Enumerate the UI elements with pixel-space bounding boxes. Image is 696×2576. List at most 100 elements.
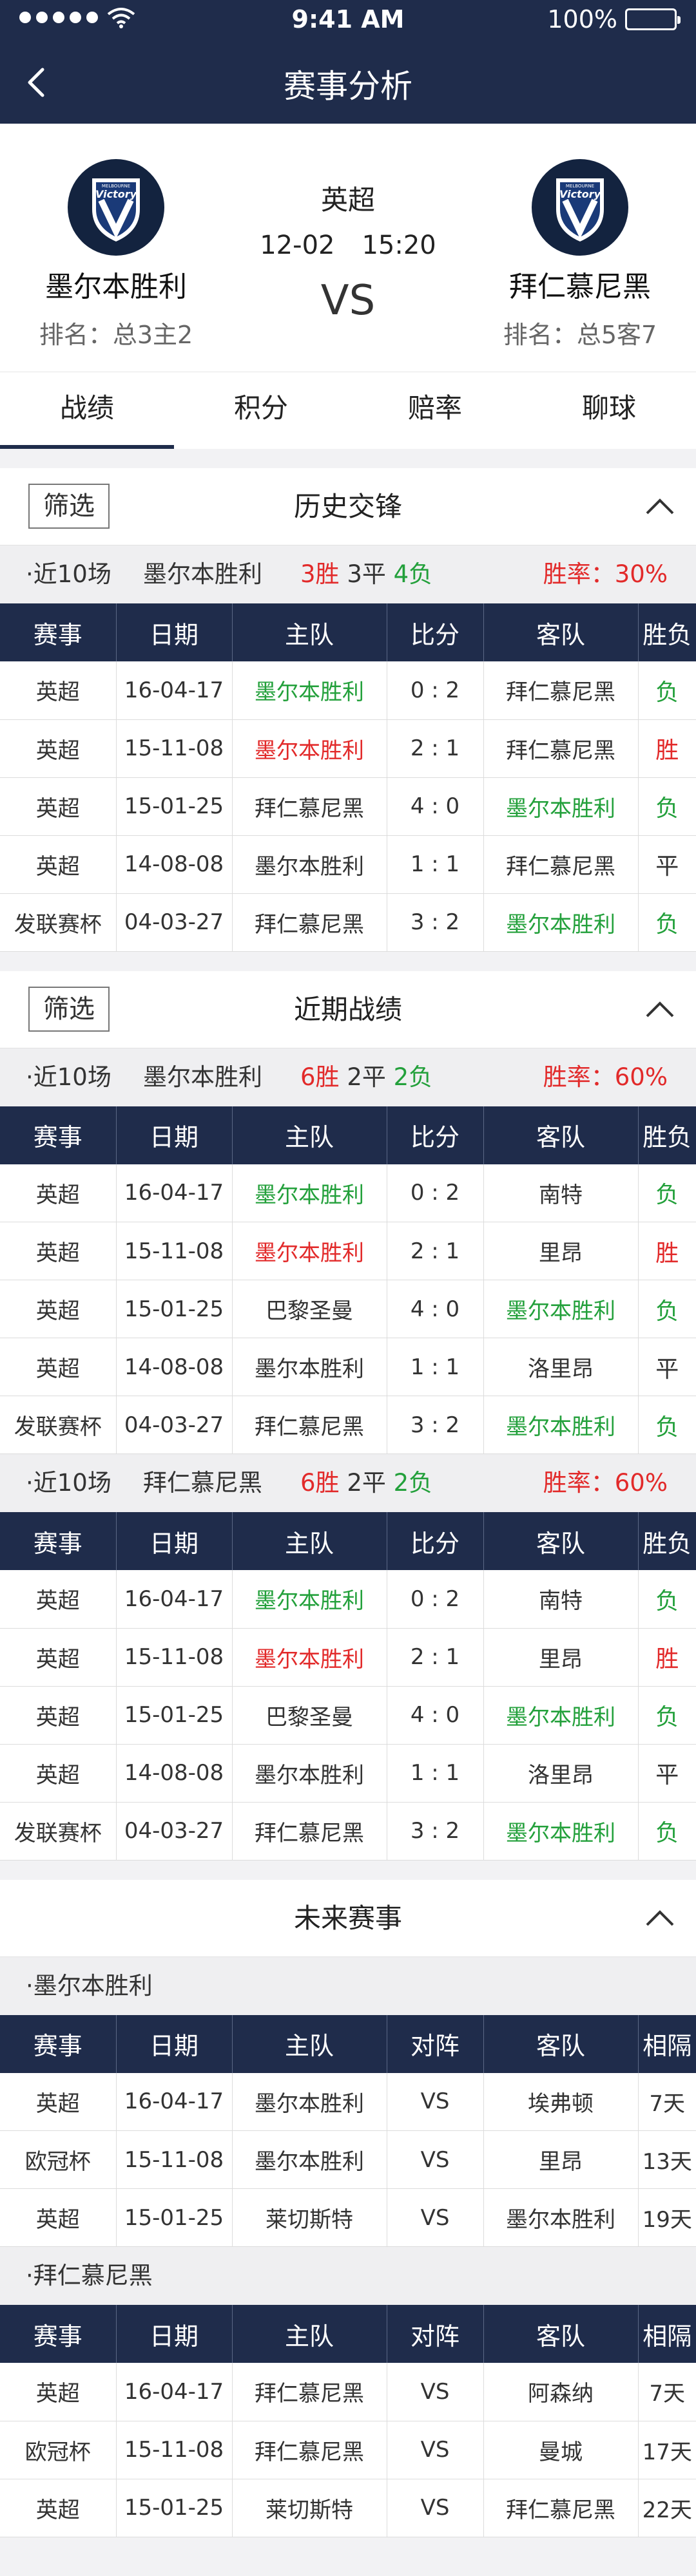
home-logo-text: Victory (95, 188, 137, 200)
cell-date: 15-01-25 (116, 2188, 233, 2247)
cell-home: 拜仁慕尼黑 (232, 1396, 387, 1454)
home-team-logo: MELBOURNE Victory (68, 159, 164, 256)
cell-away: 曼城 (483, 2421, 639, 2479)
history-section: 筛选 历史交锋 ·近10场 墨尔本胜利 3胜 3平 4负 胜率：30% 赛事 日期… (0, 468, 696, 952)
table-row[interactable]: 英超 15-01-25 巴黎圣曼 4 : 0 墨尔本胜利负 (0, 1686, 696, 1744)
future-col-header: 对阵 (387, 2305, 484, 2363)
summary-range: ·近10场 (26, 1063, 111, 1091)
cell-league: 英超 (0, 1570, 117, 1628)
recent-filter-button[interactable]: 筛选 (28, 986, 110, 1032)
future-col-header: 相隔 (643, 2322, 692, 2351)
table-row[interactable]: 英超 16-04-17 拜仁慕尼黑 VS 阿森纳 7天 (0, 2363, 696, 2421)
history-table: 赛事 日期 主队 比分 客队 胜负 英超 16-04-17 墨尔本胜利 0 : 2 拜仁慕尼黑负英… (0, 603, 696, 952)
cell-home: 墨尔本胜利 (232, 2072, 387, 2131)
table-row[interactable]: 英超 15-01-25 巴黎圣曼 4 : 0 墨尔本胜利负 (0, 1280, 696, 1338)
table-row[interactable]: 英超 14-08-08 墨尔本胜利 1 : 1 拜仁慕尼黑平 (0, 835, 696, 893)
cell-score: 0 : 2 (387, 661, 484, 719)
chevron-up-icon[interactable] (641, 1899, 679, 1938)
table-row[interactable]: 英超 16-04-17 墨尔本胜利 0 : 2 南特负 (0, 1164, 696, 1222)
status-bar: 9:41 AM 100% (0, 0, 696, 41)
cell-date: 15-11-08 (116, 2421, 233, 2479)
tab-chat[interactable]: 聊球 (522, 372, 696, 449)
losses: 2负 (393, 1063, 433, 1091)
wins: 6胜 (300, 1469, 340, 1497)
table-row[interactable]: 英超 16-04-17 墨尔本胜利 0 : 2 拜仁慕尼黑负 (0, 661, 696, 719)
future-col-header: 客队 (483, 2305, 639, 2363)
cell-away: 南特 (483, 1570, 639, 1628)
table-row[interactable]: 英超 16-04-17 墨尔本胜利 0 : 2 南特负 (0, 1570, 696, 1628)
history-summary: ·近10场 墨尔本胜利 3胜 3平 4负 胜率：30% (0, 545, 696, 603)
cell-away: 拜仁慕尼黑 (483, 835, 639, 893)
tab-odds[interactable]: 赔率 (348, 372, 522, 449)
wins: 6胜 (300, 1063, 340, 1091)
cell-home: 墨尔本胜利 (232, 835, 387, 893)
table-row[interactable]: 发联赛杯 04-03-27 拜仁慕尼黑 3 : 2 墨尔本胜利负 (0, 893, 696, 951)
cell-league: 英超 (0, 2479, 117, 2537)
cell-away: 墨尔本胜利 (483, 1802, 639, 1860)
cell-league: 发联赛杯 (0, 1396, 117, 1454)
table-row[interactable]: 发联赛杯 04-03-27 拜仁慕尼黑 3 : 2 墨尔本胜利负 (0, 1802, 696, 1860)
cell-league: 发联赛杯 (0, 893, 117, 951)
table-row[interactable]: 英超 15-11-08 墨尔本胜利 2 : 1 里昂胜 (0, 1628, 696, 1686)
future-col-header: 赛事 (0, 2305, 117, 2363)
cell-league: 英超 (0, 1686, 117, 1744)
future-team-label: ·拜仁慕尼黑 (0, 2247, 696, 2305)
future-header: 未来赛事 (0, 1880, 696, 1957)
cell-gap: 7天 (649, 2090, 686, 2117)
away-team-logo: MELBOURNE Victory (532, 159, 628, 256)
cell-home: 墨尔本胜利 (232, 719, 387, 777)
match-info: 英超 12-02 15:20 VS (232, 178, 464, 325)
cell-away: 南特 (483, 1164, 639, 1222)
cell-result: 胜 (655, 737, 679, 764)
losses: 4负 (393, 560, 433, 588)
recent-col-header: 赛事 (0, 1512, 117, 1570)
table-row[interactable]: 英超 15-11-08 墨尔本胜利 2 : 1 里昂胜 (0, 1222, 696, 1280)
chevron-up-icon[interactable] (641, 488, 679, 526)
cell-home: 莱切斯特 (232, 2188, 387, 2247)
cell-date: 15-11-08 (116, 719, 233, 777)
future-col-header: 日期 (116, 2014, 233, 2073)
cell-score: 1 : 1 (387, 1744, 484, 1802)
cell-gap: 22天 (642, 2497, 692, 2523)
history-col-header: 日期 (116, 603, 233, 661)
cell-away: 里昂 (483, 2130, 639, 2189)
table-row[interactable]: 英超 15-11-08 墨尔本胜利 2 : 1 拜仁慕尼黑胜 (0, 719, 696, 777)
chevron-up-icon[interactable] (641, 990, 679, 1029)
cell-away: 墨尔本胜利 (483, 893, 639, 951)
cell-away: 洛里昂 (483, 1338, 639, 1396)
cell-league: 英超 (0, 1628, 117, 1686)
table-row[interactable]: 英超 14-08-08 墨尔本胜利 1 : 1 洛里昂平 (0, 1338, 696, 1396)
home-team[interactable]: MELBOURNE Victory 墨尔本胜利 排名：总3主2 (0, 159, 232, 350)
cell-score: 4 : 0 (387, 1686, 484, 1744)
cell-date: 15-01-25 (116, 1686, 233, 1744)
cell-vs: VS (387, 2421, 484, 2479)
recent-table: 赛事 日期 主队 比分 客队 胜负 英超 16-04-17 墨尔本胜利 0 : 2 南特负英超 15-… (0, 1512, 696, 1861)
away-team[interactable]: MELBOURNE Victory 拜仁慕尼黑 排名：总5客7 (464, 159, 696, 350)
recent-header: 筛选 近期战绩 (0, 971, 696, 1048)
cell-score: 0 : 2 (387, 1570, 484, 1628)
cell-home: 墨尔本胜利 (232, 661, 387, 719)
recent-col-header: 客队 (483, 1106, 639, 1164)
table-row[interactable]: 英超 15-01-25 莱切斯特 VS 拜仁慕尼黑 22天 (0, 2479, 696, 2537)
table-row[interactable]: 欧冠杯 15-11-08 拜仁慕尼黑 VS 曼城 17天 (0, 2421, 696, 2479)
table-row[interactable]: 英超 16-04-17 墨尔本胜利 VS 埃弗顿 7天 (0, 2072, 696, 2131)
tab-standings[interactable]: 积分 (174, 372, 348, 449)
cell-away: 墨尔本胜利 (483, 1686, 639, 1744)
page-title: 赛事分析 (284, 68, 412, 105)
cell-league: 英超 (0, 2188, 117, 2247)
tab-record[interactable]: 战绩 (0, 372, 174, 449)
cell-away: 里昂 (483, 1222, 639, 1280)
table-row[interactable]: 英超 15-01-25 拜仁慕尼黑 4 : 0 墨尔本胜利负 (0, 777, 696, 835)
table-row[interactable]: 发联赛杯 04-03-27 拜仁慕尼黑 3 : 2 墨尔本胜利负 (0, 1396, 696, 1454)
cell-home: 拜仁慕尼黑 (232, 893, 387, 951)
status-battery: 100% (547, 5, 681, 33)
table-row[interactable]: 英超 15-01-25 莱切斯特 VS 墨尔本胜利 19天 (0, 2188, 696, 2247)
cell-date: 15-01-25 (116, 2479, 233, 2537)
recent-col-header: 比分 (387, 1512, 484, 1570)
cell-date: 16-04-17 (116, 1164, 233, 1222)
history-header: 筛选 历史交锋 (0, 468, 696, 545)
table-row[interactable]: 欧冠杯 15-11-08 墨尔本胜利 VS 里昂 13天 (0, 2130, 696, 2189)
cell-away: 拜仁慕尼黑 (483, 2479, 639, 2537)
table-row[interactable]: 英超 14-08-08 墨尔本胜利 1 : 1 洛里昂平 (0, 1744, 696, 1802)
history-filter-button[interactable]: 筛选 (28, 484, 110, 529)
